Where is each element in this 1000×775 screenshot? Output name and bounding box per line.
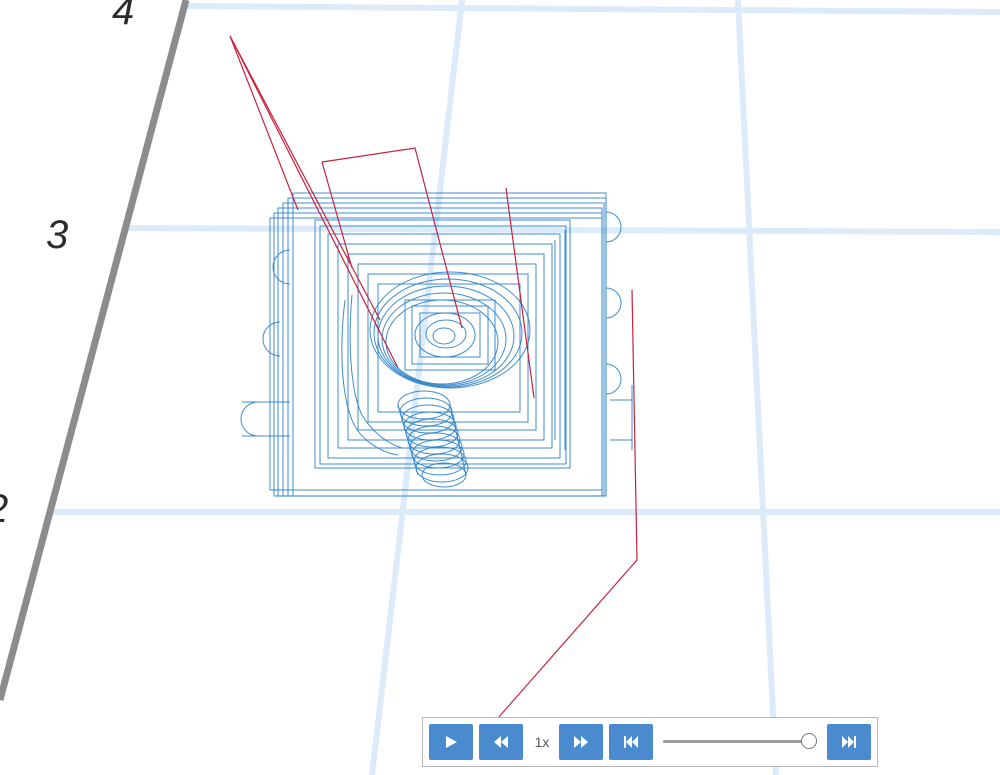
3d-viewport[interactable]: 4 3 2 — [0, 0, 1000, 775]
toolpath-loop — [605, 363, 622, 395]
grid-line — [735, 0, 779, 775]
play-icon — [446, 736, 457, 748]
grid-line — [184, 3, 1000, 15]
toolpath-loop — [240, 401, 259, 437]
progress-slider-track[interactable] — [663, 740, 817, 743]
rapid-moves — [229, 35, 638, 719]
toolpath-pocket — [327, 233, 561, 459]
toolpath-ring — [377, 285, 515, 387]
skip-to-end-icon — [842, 736, 856, 748]
play-button[interactable] — [429, 724, 473, 760]
y-axis — [0, 0, 190, 701]
playback-speed: 1x — [534, 734, 550, 750]
fast-forward-button[interactable] — [559, 724, 603, 760]
toolpath-loop — [262, 321, 281, 357]
skip-to-start-icon — [624, 736, 638, 748]
toolpath-loop — [605, 211, 622, 243]
toolpath-pocket — [319, 225, 567, 465]
toolpath-boss — [419, 312, 481, 358]
grid — [52, 0, 1000, 775]
progress-slider-thumb[interactable] — [801, 733, 817, 749]
toolpath-pocket — [357, 263, 537, 431]
rewind-button[interactable] — [479, 724, 523, 760]
axis-label-4: 4 — [112, 0, 134, 33]
toolpath-outline — [292, 192, 607, 497]
rapid-move — [229, 35, 299, 211]
toolpath-ring — [373, 278, 523, 388]
axis-label-2: 2 — [0, 487, 8, 531]
skip-to-start-button[interactable] — [609, 724, 653, 760]
rapid-move — [229, 35, 399, 369]
toolpath-loop — [272, 249, 291, 285]
playback-controls: 1x — [422, 717, 878, 767]
axis-label-3: 3 — [46, 213, 68, 257]
progress-slider[interactable] — [663, 724, 817, 760]
skip-to-end-button[interactable] — [827, 724, 871, 760]
toolpath-loop — [605, 287, 622, 319]
rewind-icon — [494, 736, 508, 748]
toolpath-ring — [381, 292, 507, 386]
toolpath-ring — [369, 271, 531, 389]
rapid-move — [321, 161, 353, 269]
toolpath-outline — [287, 197, 607, 497]
toolpath-outline — [277, 207, 603, 497]
rapid-move — [497, 289, 638, 719]
fast-forward-icon — [574, 736, 588, 748]
toolpath-outline — [282, 202, 605, 497]
rapid-move — [229, 35, 381, 321]
grid-line — [127, 225, 1000, 235]
toolpath-boss — [432, 327, 456, 345]
